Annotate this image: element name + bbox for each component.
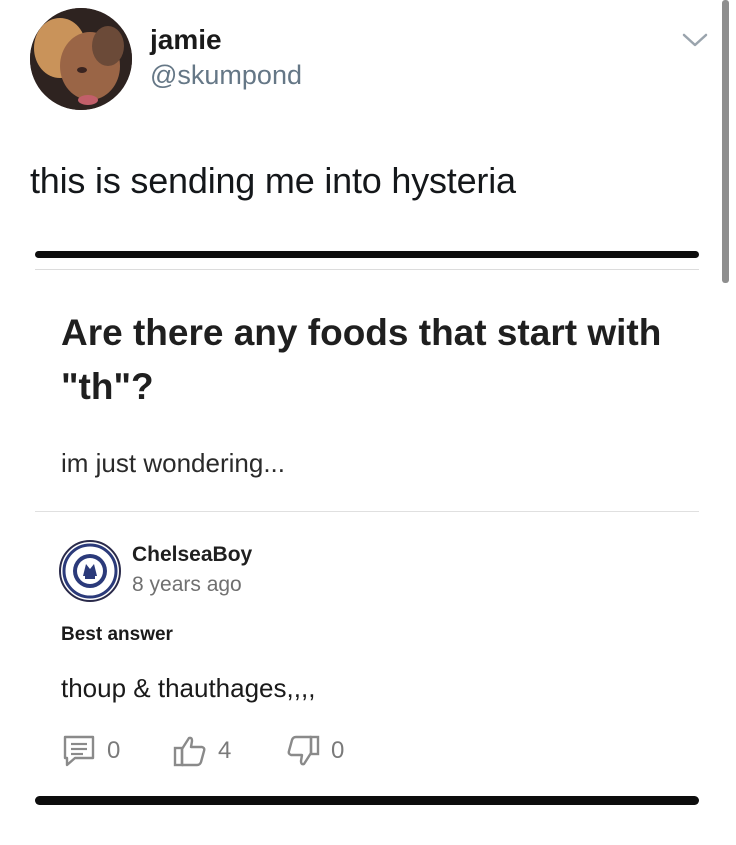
comments-count: 0 — [107, 737, 121, 764]
scrollbar[interactable] — [722, 0, 729, 283]
tweet-text: this is sending me into hysteria — [30, 160, 516, 201]
comment-icon — [63, 735, 95, 767]
thumbs-up-icon — [173, 736, 206, 767]
question-details: im just wondering... — [61, 448, 285, 478]
question-title: Are there any foods that start with "th"… — [61, 312, 662, 407]
like-button[interactable]: 4 — [172, 734, 231, 768]
likes-count: 4 — [218, 737, 232, 764]
divider — [35, 511, 699, 512]
thumbs-down-icon — [287, 735, 320, 766]
image-top-border — [35, 251, 699, 258]
best-answer-label: Best answer — [61, 624, 173, 645]
dislikes-count: 0 — [331, 737, 345, 764]
comments-button[interactable]: 0 — [61, 734, 120, 768]
dislike-button[interactable]: 0 — [285, 734, 344, 768]
answer-timestamp: 8 years ago — [132, 573, 242, 596]
user-photo-avatar-icon — [30, 8, 132, 110]
user-handle[interactable]: @skumpond — [150, 60, 302, 91]
chelsea-crest-icon — [59, 540, 121, 602]
user-avatar[interactable] — [30, 8, 132, 110]
answer-text: thoup & thauthages,,,, — [61, 673, 316, 703]
display-name[interactable]: jamie — [150, 24, 222, 56]
chevron-down-icon[interactable] — [681, 30, 709, 50]
image-bottom-border — [35, 796, 699, 805]
answer-author[interactable]: ChelseaBoy — [132, 543, 252, 567]
divider — [35, 269, 699, 270]
